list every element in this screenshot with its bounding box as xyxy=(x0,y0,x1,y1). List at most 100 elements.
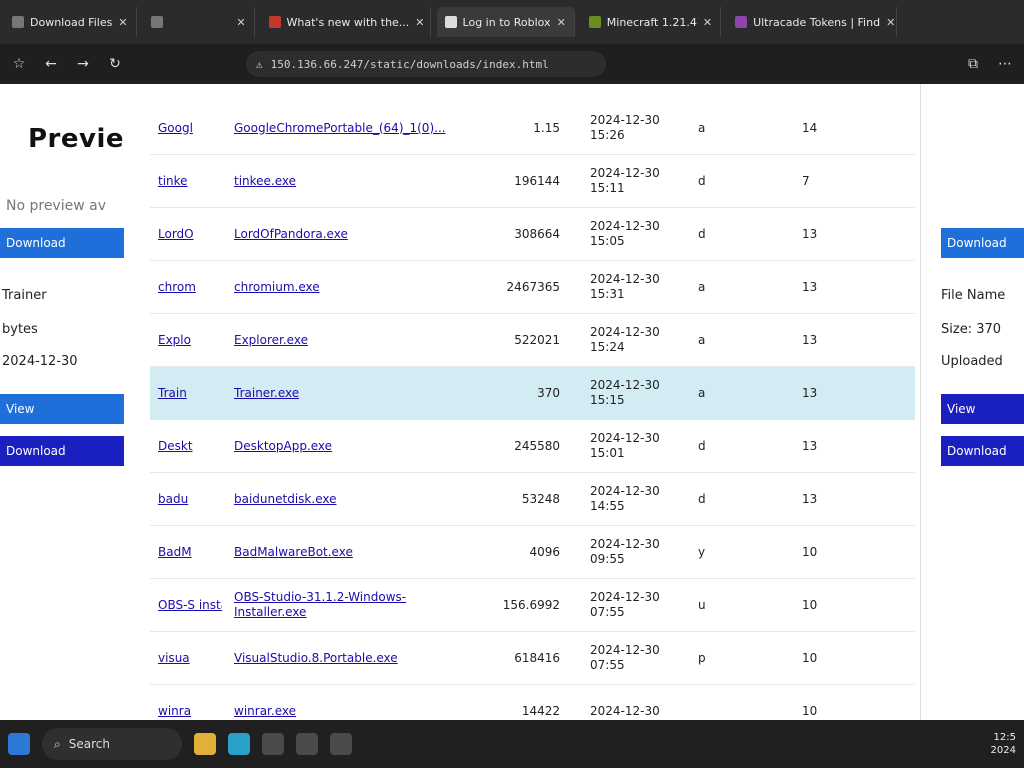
file-size: 308664 xyxy=(514,226,560,241)
file-short-name-link[interactable]: LordO xyxy=(158,227,222,242)
table-row[interactable]: tinke tinkee.exe 196144 2024-12-30 15:11 d 7 xyxy=(150,155,915,208)
file-name-link[interactable]: VisualStudio.8.Portable.exe xyxy=(234,651,474,666)
file-short-name-link[interactable]: Train xyxy=(158,386,222,401)
file-name-link[interactable]: BadMalwareBot.exe xyxy=(234,545,474,560)
file-short-name-link[interactable]: Deskt xyxy=(158,439,222,454)
file-size: 618416 xyxy=(514,650,560,665)
table-row[interactable]: chrom chromium.exe 2467365 2024-12-30 15:31… xyxy=(150,261,915,314)
file-type: p xyxy=(698,650,706,665)
file-date: 2024-12-30 07:55 xyxy=(590,590,660,619)
file-date: 2024-12-30 15:05 xyxy=(590,219,660,248)
file-short-name-link[interactable]: BadM xyxy=(158,545,222,560)
file-name-link[interactable]: chromium.exe xyxy=(234,280,474,295)
table-row[interactable]: BadM BadMalwareBot.exe 4096 2024-12-30 09:5… xyxy=(150,526,915,579)
file-name-link[interactable]: baidunetdisk.exe xyxy=(234,492,474,507)
tab-ultracade[interactable]: Ultracade Tokens | Find ✕ xyxy=(727,7,898,37)
file-count: 10 xyxy=(802,650,818,665)
table-row[interactable]: Train Trainer.exe 370 2024-12-30 15:15 a 13 xyxy=(150,367,915,420)
table-row[interactable]: Deskt DesktopApp.exe 245580 2024-12-30 15:0… xyxy=(150,420,915,473)
file-name-link[interactable]: Trainer.exe xyxy=(234,386,474,401)
clock-date: 2024 xyxy=(990,745,1016,756)
taskbar: ⌕ Search 12:5 2024 xyxy=(0,720,1024,768)
file-short-name-link[interactable]: Googl xyxy=(158,121,222,136)
system-clock[interactable]: 12:5 2024 xyxy=(991,731,1016,757)
page-favicon-icon xyxy=(735,16,748,28)
view-button-right[interactable]: View xyxy=(941,394,1024,424)
close-icon[interactable]: ✕ xyxy=(886,16,895,29)
app-icon[interactable] xyxy=(296,733,318,755)
file-type: a xyxy=(698,332,706,347)
close-icon[interactable]: ✕ xyxy=(703,16,712,29)
file-name-link[interactable]: LordOfPandora.exe xyxy=(234,227,474,242)
file-date: 2024-12-30 15:31 xyxy=(590,272,660,301)
taskbar-search[interactable]: ⌕ Search xyxy=(42,728,182,760)
file-short-name-link[interactable]: OBS-S install xyxy=(158,598,222,613)
download-button[interactable]: Download xyxy=(0,228,124,258)
app-icon[interactable] xyxy=(330,733,352,755)
file-name-link[interactable]: DesktopApp.exe xyxy=(234,439,474,454)
file-size: 1.15 xyxy=(533,120,560,135)
file-short-name-link[interactable]: visua xyxy=(158,651,222,666)
close-icon[interactable]: ✕ xyxy=(118,16,127,29)
file-name-label: Trainer xyxy=(2,288,47,303)
search-label: Search xyxy=(68,737,110,751)
forward-arrow-icon[interactable]: → xyxy=(72,53,94,75)
file-size: 2467365 xyxy=(506,279,560,294)
view-button[interactable]: View xyxy=(0,394,124,424)
file-short-name-link[interactable]: Explo xyxy=(158,333,222,348)
file-short-name-link[interactable]: badu xyxy=(158,492,222,507)
table-row[interactable]: badu baidunetdisk.exe 53248 2024-12-30 14:5… xyxy=(150,473,915,526)
file-short-name-link[interactable]: winra xyxy=(158,704,222,719)
download-button-right-2[interactable]: Download xyxy=(941,436,1024,466)
file-count: 13 xyxy=(802,226,818,241)
no-preview-text: No preview av xyxy=(6,198,106,214)
file-type: d xyxy=(698,226,706,241)
file-short-name-link[interactable]: tinke xyxy=(158,174,222,189)
tab-roblox-login[interactable]: Log in to Roblox ✕ xyxy=(436,7,575,37)
file-date: 2024-12-30 xyxy=(590,703,660,718)
table-row[interactable]: Explo Explorer.exe 522021 2024-12-30 15:24 a… xyxy=(150,314,915,367)
table-row[interactable]: OBS-S install OBS-Studio-31.1.2-Windows-I… xyxy=(150,579,915,632)
tab-blank[interactable]: ✕ xyxy=(143,7,255,37)
file-short-name-link[interactable]: chrom xyxy=(158,280,222,295)
file-name-link[interactable]: OBS-Studio-31.1.2-Windows-Installer.exe xyxy=(234,590,474,620)
file-name-link[interactable]: Explorer.exe xyxy=(234,333,474,348)
file-date: 2024-12-30 14:55 xyxy=(590,484,660,513)
tab-download-files[interactable]: Download Files ✕ xyxy=(4,7,137,37)
extensions-icon[interactable]: ⧉ xyxy=(962,53,984,75)
address-bar[interactable]: ⚠ 150.136.66.247/static/downloads/index.… xyxy=(246,51,606,77)
store-icon[interactable] xyxy=(262,733,284,755)
file-explorer-icon[interactable] xyxy=(194,733,216,755)
file-type: u xyxy=(698,597,706,612)
reload-icon[interactable]: ↻ xyxy=(104,53,126,75)
file-size-label: Size: 370 xyxy=(941,322,1002,337)
file-name-link[interactable]: tinkee.exe xyxy=(234,174,474,189)
file-size-label: bytes xyxy=(2,322,38,337)
file-name-link[interactable]: GoogleChromePortable_(64)_1(0)... xyxy=(234,121,474,136)
address-url: 150.136.66.247/static/downloads/index.ht… xyxy=(270,57,549,71)
close-icon[interactable]: ✕ xyxy=(236,16,245,29)
edge-browser-icon[interactable] xyxy=(228,733,250,755)
settings-menu-icon[interactable]: ⋯ xyxy=(994,53,1016,75)
tab-label: Minecraft 1.21.4 xyxy=(606,15,697,29)
table-row[interactable]: winra winrar.exe 14422 2024-12-30 10 xyxy=(150,685,915,720)
details-panel: Download File Name Size: 370 Uploaded Vi… xyxy=(920,84,1024,720)
start-icon[interactable] xyxy=(8,733,30,755)
tab-whats-new[interactable]: What's new with the... ✕ xyxy=(261,7,431,37)
download-button-2[interactable]: Download xyxy=(0,436,124,466)
table-row[interactable]: Googl GoogleChromePortable_(64)_1(0)... 1.… xyxy=(150,102,915,155)
tab-minecraft[interactable]: Minecraft 1.21.4 ✕ xyxy=(581,7,722,37)
close-icon[interactable]: ✕ xyxy=(557,16,566,29)
file-type: d xyxy=(698,491,706,506)
close-icon[interactable]: ✕ xyxy=(415,16,424,29)
favorites-star-icon[interactable]: ☆ xyxy=(8,53,30,75)
download-button-right[interactable]: Download xyxy=(941,228,1024,258)
tab-label: Log in to Roblox xyxy=(462,15,551,29)
back-arrow-icon[interactable]: ← xyxy=(40,53,62,75)
table-row[interactable]: LordO LordOfPandora.exe 308664 2024-12-30 1… xyxy=(150,208,915,261)
file-type: y xyxy=(698,544,706,559)
file-date: 2024-12-30 15:11 xyxy=(590,166,660,195)
file-name-link[interactable]: winrar.exe xyxy=(234,704,474,719)
table-row[interactable]: visua VisualStudio.8.Portable.exe 618416 20… xyxy=(150,632,915,685)
file-size: 4096 xyxy=(529,544,560,559)
